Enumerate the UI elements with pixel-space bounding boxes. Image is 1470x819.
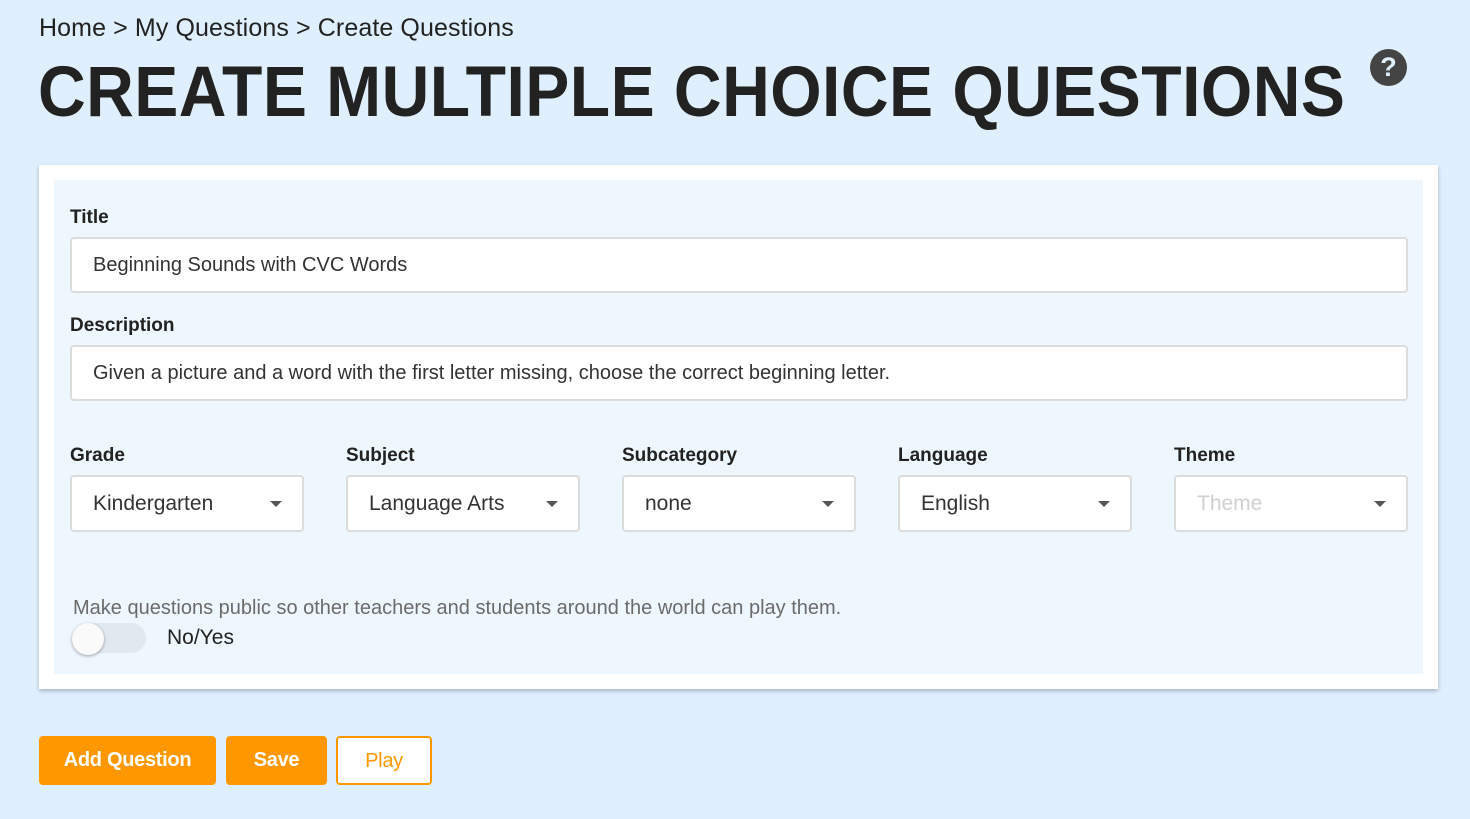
breadcrumb-current: Create Questions <box>317 14 514 42</box>
chevron-down-icon <box>270 501 282 507</box>
grade-value: Kindergarten <box>93 492 214 515</box>
breadcrumb-separator: > <box>113 14 128 42</box>
language-label: Language <box>898 445 988 466</box>
help-icon[interactable]: ? <box>1370 49 1407 86</box>
chevron-down-icon <box>822 501 834 507</box>
chevron-down-icon <box>1098 501 1110 507</box>
subject-label: Subject <box>346 445 415 466</box>
title-input[interactable]: Beginning Sounds with CVC Words <box>70 237 1408 293</box>
description-input[interactable]: Given a picture and a word with the firs… <box>70 345 1408 401</box>
save-button[interactable]: Save <box>226 736 327 785</box>
subject-select[interactable]: Language Arts <box>346 475 580 532</box>
theme-select[interactable]: Theme <box>1174 475 1408 532</box>
subcategory-select[interactable]: none <box>622 475 856 532</box>
theme-label: Theme <box>1174 445 1236 466</box>
public-description: Make questions public so other teachers … <box>73 597 842 619</box>
toggle-thumb[interactable] <box>72 623 104 655</box>
subcategory-value: none <box>645 492 692 515</box>
chevron-down-icon <box>1374 501 1386 507</box>
public-toggle[interactable] <box>72 623 147 655</box>
add-question-button[interactable]: Add Question <box>39 736 216 785</box>
breadcrumb: Home > My Questions > Create Questions <box>39 14 514 43</box>
subcategory-label: Subcategory <box>622 445 738 466</box>
theme-placeholder: Theme <box>1197 492 1263 515</box>
breadcrumb-home[interactable]: Home <box>39 14 106 42</box>
form-panel: Title Beginning Sounds with CVC Words De… <box>54 180 1423 674</box>
title-label: Title <box>70 207 109 228</box>
subject-value: Language Arts <box>369 492 505 515</box>
breadcrumb-separator: > <box>295 14 311 42</box>
play-button[interactable]: Play <box>336 736 432 785</box>
breadcrumb-my-questions[interactable]: My Questions <box>135 14 289 42</box>
public-toggle-label: No/Yes <box>167 626 234 649</box>
description-label: Description <box>70 315 175 336</box>
grade-label: Grade <box>70 445 125 466</box>
language-select[interactable]: English <box>898 475 1132 532</box>
grade-select[interactable]: Kindergarten <box>70 475 304 532</box>
chevron-down-icon <box>546 501 558 507</box>
language-value: English <box>921 492 990 515</box>
page-title: CREATE MULTIPLE CHOICE QUESTIONS <box>38 53 1346 132</box>
form-card: Title Beginning Sounds with CVC Words De… <box>39 165 1438 689</box>
